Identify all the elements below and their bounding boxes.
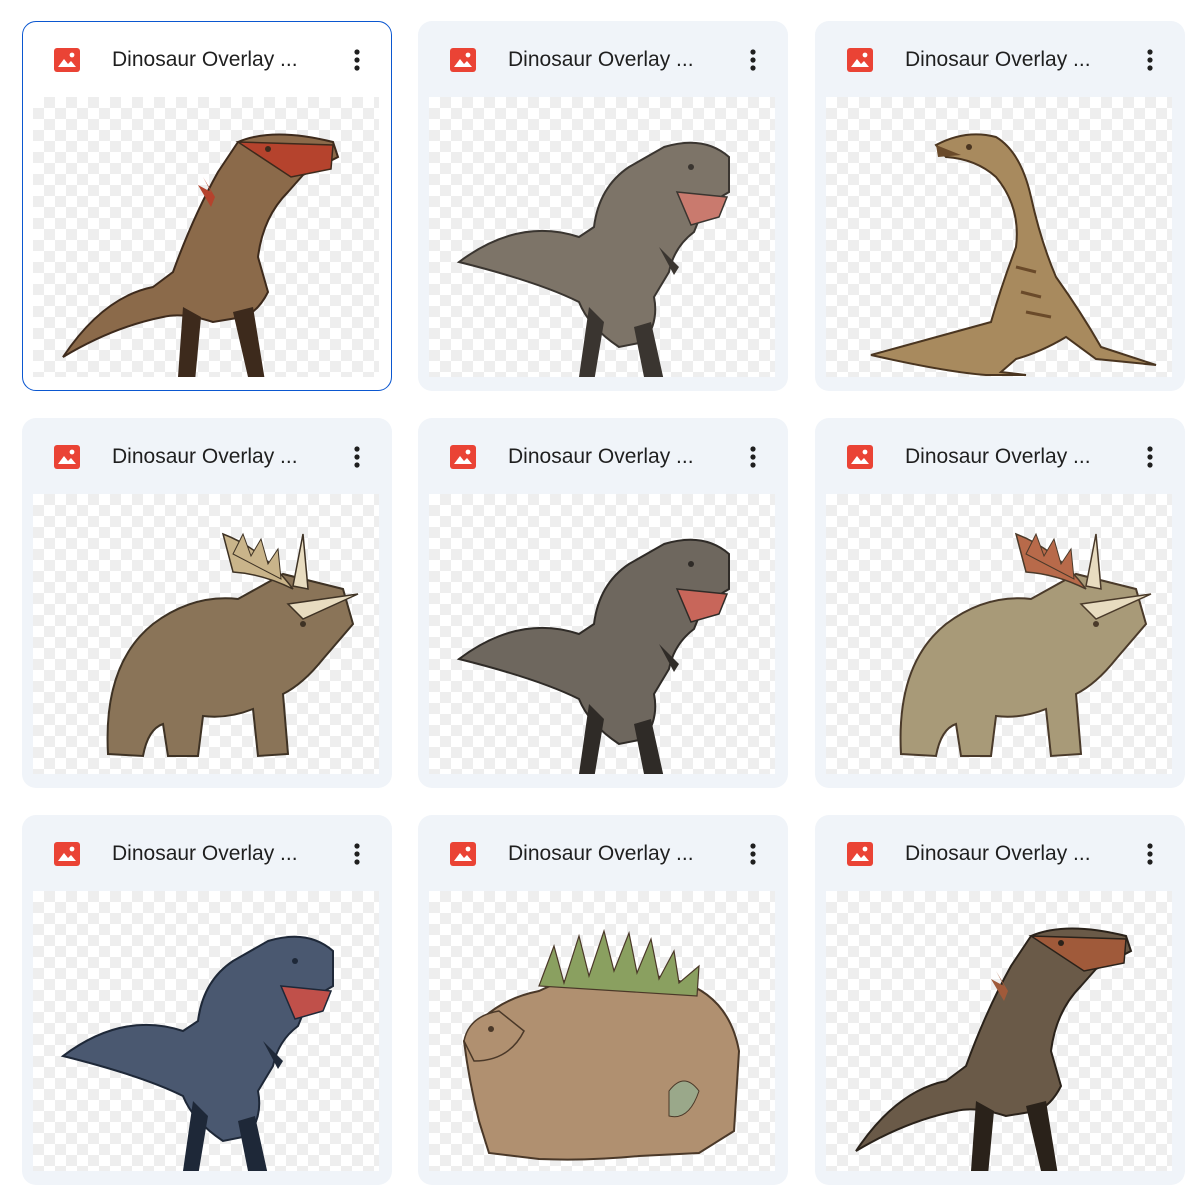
file-title: Dinosaur Overlay ... [905, 842, 1091, 865]
file-title: Dinosaur Overlay ... [905, 48, 1091, 71]
file-thumbnail [429, 494, 775, 774]
image-file-icon [450, 48, 476, 72]
more-vert-icon[interactable] [736, 43, 770, 77]
file-card-header: Dinosaur Overlay ... [815, 21, 1185, 97]
file-thumbnail [429, 891, 775, 1171]
dinosaur-image [106, 532, 359, 758]
dinosaur-image [462, 928, 741, 1161]
file-card[interactable]: Dinosaur Overlay ... [22, 21, 392, 391]
file-title: Dinosaur Overlay ... [112, 842, 298, 865]
file-card[interactable]: Dinosaur Overlay ... [815, 418, 1185, 788]
dinosaur-image [456, 538, 730, 774]
more-vert-icon[interactable] [1133, 837, 1167, 871]
file-thumbnail [826, 97, 1172, 377]
file-card[interactable]: Dinosaur Overlay ... [418, 418, 788, 788]
file-title: Dinosaur Overlay ... [508, 445, 694, 468]
image-file-icon [54, 842, 80, 866]
dinosaur-image [855, 927, 1133, 1171]
file-card[interactable]: Dinosaur Overlay ... [815, 815, 1185, 1185]
file-title: Dinosaur Overlay ... [112, 48, 298, 71]
image-file-icon [847, 48, 873, 72]
file-card-header: Dinosaur Overlay ... [815, 418, 1185, 494]
file-thumbnail [33, 97, 379, 377]
dinosaur-image [60, 935, 334, 1171]
more-vert-icon[interactable] [1133, 43, 1167, 77]
dinosaur-image [899, 532, 1152, 758]
file-thumbnail [826, 494, 1172, 774]
file-card[interactable]: Dinosaur Overlay ... [22, 815, 392, 1185]
file-card-header: Dinosaur Overlay ... [22, 815, 392, 891]
file-thumbnail [33, 891, 379, 1171]
more-vert-icon[interactable] [736, 837, 770, 871]
file-card[interactable]: Dinosaur Overlay ... [815, 21, 1185, 391]
file-thumbnail [429, 97, 775, 377]
file-card-header: Dinosaur Overlay ... [418, 418, 788, 494]
file-card-header: Dinosaur Overlay ... [418, 815, 788, 891]
file-title: Dinosaur Overlay ... [112, 445, 298, 468]
file-title: Dinosaur Overlay ... [905, 445, 1091, 468]
image-file-icon [54, 48, 80, 72]
more-vert-icon[interactable] [340, 440, 374, 474]
file-thumbnail [33, 494, 379, 774]
more-vert-icon[interactable] [1133, 440, 1167, 474]
file-card[interactable]: Dinosaur Overlay ... [418, 21, 788, 391]
file-title: Dinosaur Overlay ... [508, 48, 694, 71]
file-card-header: Dinosaur Overlay ... [418, 21, 788, 97]
file-card[interactable]: Dinosaur Overlay ... [22, 418, 392, 788]
image-file-icon [450, 445, 476, 469]
more-vert-icon[interactable] [340, 43, 374, 77]
image-file-icon [54, 445, 80, 469]
file-card[interactable]: Dinosaur Overlay ... [418, 815, 788, 1185]
more-vert-icon[interactable] [340, 837, 374, 871]
image-file-icon [847, 445, 873, 469]
file-card-header: Dinosaur Overlay ... [22, 418, 392, 494]
file-title: Dinosaur Overlay ... [508, 842, 694, 865]
file-grid: Dinosaur Overlay ... Dinosaur Overlay ..… [0, 0, 1204, 1194]
file-card-header: Dinosaur Overlay ... [815, 815, 1185, 891]
dinosaur-image [456, 141, 730, 377]
file-thumbnail [826, 891, 1172, 1171]
dinosaur-image [870, 133, 1157, 376]
more-vert-icon[interactable] [736, 440, 770, 474]
file-card-header: Dinosaur Overlay ... [23, 22, 393, 98]
image-file-icon [450, 842, 476, 866]
image-file-icon [847, 842, 873, 866]
dinosaur-image [62, 133, 340, 377]
